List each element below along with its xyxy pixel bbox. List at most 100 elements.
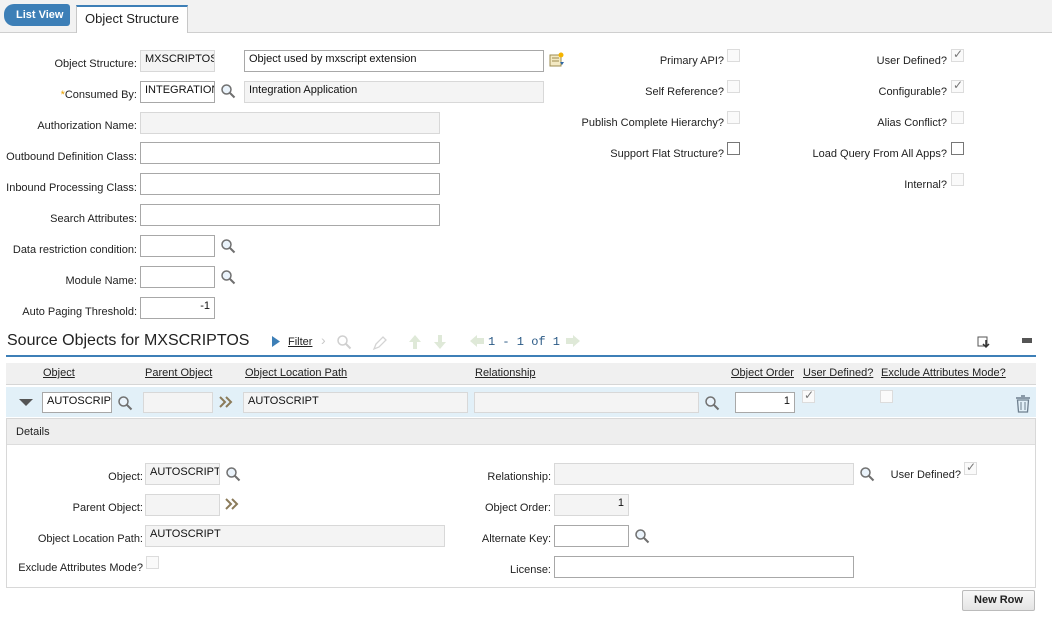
- auto-paging-threshold-field[interactable]: -1: [140, 297, 215, 319]
- publish-complete-hierarchy-checkbox[interactable]: [727, 111, 740, 124]
- row-object-order-field[interactable]: 1: [735, 392, 795, 413]
- configurable-checkbox[interactable]: ✓: [951, 78, 964, 93]
- authorization-name-label: Authorization Name:: [37, 120, 137, 132]
- checkmark-icon: ✓: [953, 47, 964, 61]
- search-attributes-field[interactable]: [140, 204, 440, 226]
- object-structure-field[interactable]: MXSCRIPTOS: [140, 50, 215, 72]
- row-exclude-attributes-checkbox[interactable]: [880, 390, 893, 403]
- primary-api-label: Primary API?: [659, 55, 724, 67]
- edit-icon[interactable]: [372, 335, 388, 351]
- paging-info: 1 - 1 of 1: [488, 335, 561, 349]
- detail-location-path-field[interactable]: AUTOSCRIPT: [145, 525, 445, 547]
- primary-api-checkbox[interactable]: [727, 49, 740, 62]
- consumed-by-description: Integration Application: [244, 81, 544, 103]
- support-flat-structure-checkbox[interactable]: [727, 142, 740, 155]
- arrow-up-icon[interactable]: [408, 334, 422, 350]
- self-reference-label: Self Reference?: [645, 86, 724, 98]
- minimize-section-icon[interactable]: [1022, 338, 1032, 343]
- new-row-button[interactable]: New Row: [962, 590, 1035, 611]
- detail-object-order-field[interactable]: 1: [554, 494, 629, 516]
- object-structure-label: Object Structure:: [54, 58, 137, 70]
- section-divider: [6, 355, 1036, 357]
- row-relationship-field[interactable]: [474, 392, 699, 413]
- module-name-field[interactable]: [140, 266, 215, 288]
- tab-object-structure[interactable]: Object Structure: [76, 5, 188, 33]
- user-defined-checkbox[interactable]: ✓: [951, 47, 964, 62]
- internal-checkbox[interactable]: [951, 173, 964, 186]
- column-user-defined[interactable]: User Defined?: [803, 367, 873, 379]
- detail-user-defined-checkbox[interactable]: ✓: [964, 460, 977, 475]
- self-reference-checkbox[interactable]: [727, 80, 740, 93]
- configurable-label: Configurable?: [878, 86, 948, 98]
- detail-object-field[interactable]: AUTOSCRIPT: [145, 463, 220, 485]
- detail-parent-chevrons-icon[interactable]: [225, 498, 239, 510]
- row-parent-chevrons-icon[interactable]: [219, 396, 233, 408]
- column-object-location-path[interactable]: Object Location Path: [245, 367, 347, 379]
- delete-row-icon[interactable]: [1015, 395, 1031, 413]
- column-object-order[interactable]: Object Order: [731, 367, 794, 379]
- filter-link[interactable]: Filter: [288, 336, 312, 348]
- detail-license-label: License:: [510, 564, 551, 576]
- publish-complete-hierarchy-label: Publish Complete Hierarchy?: [581, 117, 724, 129]
- row-object-location-path-field[interactable]: AUTOSCRIPT: [243, 392, 468, 413]
- alias-conflict-label: Alias Conflict?: [877, 117, 947, 129]
- support-flat-structure-label: Support Flat Structure?: [610, 148, 724, 160]
- consumed-by-label: *Consumed By:: [40, 89, 137, 101]
- data-restriction-label: Data restriction condition:: [12, 244, 137, 256]
- detail-alternate-key-lookup-icon[interactable]: [634, 528, 650, 544]
- detail-alternate-key-label: Alternate Key:: [481, 533, 551, 545]
- download-icon[interactable]: [977, 335, 991, 349]
- detail-user-defined-label: User Defined?: [890, 469, 961, 481]
- previous-page-icon[interactable]: [469, 334, 485, 348]
- user-defined-label: User Defined?: [876, 55, 947, 67]
- authorization-name-field[interactable]: [140, 112, 440, 134]
- checkmark-icon: ✓: [953, 78, 964, 92]
- detail-relationship-field[interactable]: [554, 463, 854, 485]
- details-title: Details: [7, 419, 1035, 445]
- row-parent-object-field[interactable]: [143, 392, 213, 413]
- arrow-down-icon[interactable]: [433, 334, 447, 350]
- collapse-row-icon[interactable]: [18, 398, 34, 407]
- module-name-lookup-icon[interactable]: [220, 269, 236, 285]
- row-relationship-lookup-icon[interactable]: [704, 395, 720, 411]
- row-user-defined-checkbox[interactable]: ✓: [802, 388, 815, 403]
- checkmark-icon: ✓: [966, 460, 977, 474]
- row-object-field[interactable]: AUTOSCRIPT: [42, 392, 112, 413]
- column-object[interactable]: Object: [43, 367, 75, 379]
- inbound-processing-class-field[interactable]: [140, 173, 440, 195]
- outbound-definition-class-field[interactable]: [140, 142, 440, 164]
- detail-alternate-key-field[interactable]: [554, 525, 629, 547]
- consumed-by-label-text: Consumed By:: [64, 89, 137, 101]
- detail-object-lookup-icon[interactable]: [225, 466, 241, 482]
- load-query-all-apps-label: Load Query From All Apps?: [812, 148, 947, 160]
- column-parent-object[interactable]: Parent Object: [145, 367, 212, 379]
- detail-parent-object-field[interactable]: [145, 494, 220, 516]
- detail-license-field[interactable]: [554, 556, 854, 578]
- detail-relationship-lookup-icon[interactable]: [859, 466, 875, 482]
- detail-location-path-label: Object Location Path:: [37, 533, 143, 545]
- source-objects-title: Source Objects for MXSCRIPTOS: [7, 332, 250, 349]
- data-restriction-lookup-icon[interactable]: [220, 238, 236, 254]
- data-restriction-field[interactable]: [140, 235, 215, 257]
- inbound-processing-class-label: Inbound Processing Class:: [6, 182, 137, 194]
- alias-conflict-checkbox[interactable]: [951, 111, 964, 124]
- next-page-icon[interactable]: [565, 334, 581, 348]
- column-exclude-attributes-mode[interactable]: Exclude Attributes Mode?: [881, 367, 1006, 379]
- detail-parent-object-label: Parent Object:: [72, 502, 143, 514]
- outbound-definition-class-label: Outbound Definition Class:: [6, 151, 137, 163]
- filter-triangle-icon[interactable]: [271, 335, 281, 348]
- row-object-lookup-icon[interactable]: [117, 395, 133, 411]
- module-name-label: Module Name:: [65, 275, 137, 287]
- search-attributes-label: Search Attributes:: [50, 213, 137, 225]
- list-view-button[interactable]: List View: [4, 4, 70, 26]
- detail-relationship-label: Relationship:: [487, 471, 551, 483]
- consumed-by-field[interactable]: INTEGRATION: [140, 81, 215, 103]
- consumed-by-lookup-icon[interactable]: [220, 83, 236, 99]
- find-icon[interactable]: [336, 334, 352, 350]
- detail-exclude-attributes-checkbox[interactable]: [146, 556, 159, 569]
- detail-object-order-label: Object Order:: [484, 502, 551, 514]
- object-structure-description[interactable]: Object used by mxscript extension: [244, 50, 544, 72]
- column-relationship[interactable]: Relationship: [475, 367, 536, 379]
- chevron-right-icon: ›: [321, 332, 326, 348]
- load-query-all-apps-checkbox[interactable]: [951, 142, 964, 155]
